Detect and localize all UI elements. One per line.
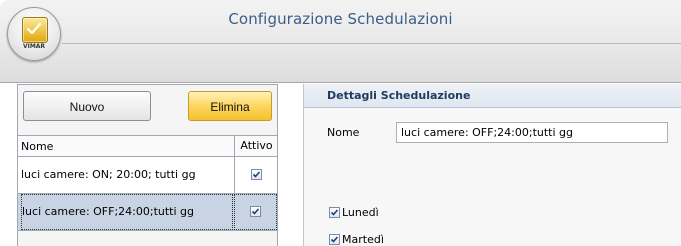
delete-button[interactable]: Elimina — [188, 91, 272, 121]
day-monday[interactable]: Lunedì — [329, 205, 379, 219]
new-button[interactable]: Nuovo — [23, 91, 151, 121]
window-title: Configurazione Schedulazioni — [228, 10, 453, 28]
details-header: Dettagli Schedulazione — [304, 84, 681, 108]
day-tuesday[interactable]: Martedì — [329, 232, 384, 246]
monday-label: Lunedì — [342, 205, 379, 219]
row-active-checkbox[interactable] — [250, 206, 261, 217]
vimar-logo-text: VIMAR — [22, 43, 46, 50]
tuesday-label: Martedì — [342, 232, 384, 246]
row-active-cell — [234, 194, 277, 230]
name-input[interactable]: luci camere: OFF;24:00;tutti gg — [396, 122, 668, 143]
row-name-cell[interactable]: luci camere: ON; 20:00; tutti gg — [21, 157, 233, 193]
details-title: Dettagli Schedulazione — [327, 89, 471, 102]
schedule-table: Nome Attivo luci camere: ON; 20:00; tutt… — [18, 135, 277, 231]
row-active-cell — [234, 157, 278, 193]
table-row[interactable]: luci camere: ON; 20:00; tutti gg — [18, 157, 277, 194]
row-name-cell[interactable]: luci camere: OFF;24:00;tutti gg — [21, 194, 233, 230]
schedule-config-window: Configurazione Schedulazioni VIMAR Nuovo… — [0, 0, 681, 246]
schedule-details-panel: Dettagli Schedulazione Nome luci camere:… — [303, 84, 681, 246]
table-row[interactable]: luci camere: OFF;24:00;tutti gg — [18, 194, 277, 231]
row-active-checkbox[interactable] — [251, 169, 262, 180]
column-header-name[interactable]: Nome — [21, 140, 53, 153]
app-icon — [22, 17, 48, 43]
tuesday-checkbox[interactable] — [329, 233, 340, 245]
column-header-active[interactable]: Attivo — [234, 136, 278, 156]
schedule-list-panel: Nuovo Elimina Nome Attivo luci camere: O… — [17, 84, 278, 246]
name-label: Nome — [327, 126, 360, 139]
app-menu-button[interactable]: VIMAR — [7, 7, 61, 61]
monday-checkbox[interactable] — [329, 206, 340, 218]
header-divider — [62, 43, 681, 44]
table-header: Nome Attivo — [18, 136, 277, 157]
window-header: Configurazione Schedulazioni VIMAR — [0, 0, 681, 83]
